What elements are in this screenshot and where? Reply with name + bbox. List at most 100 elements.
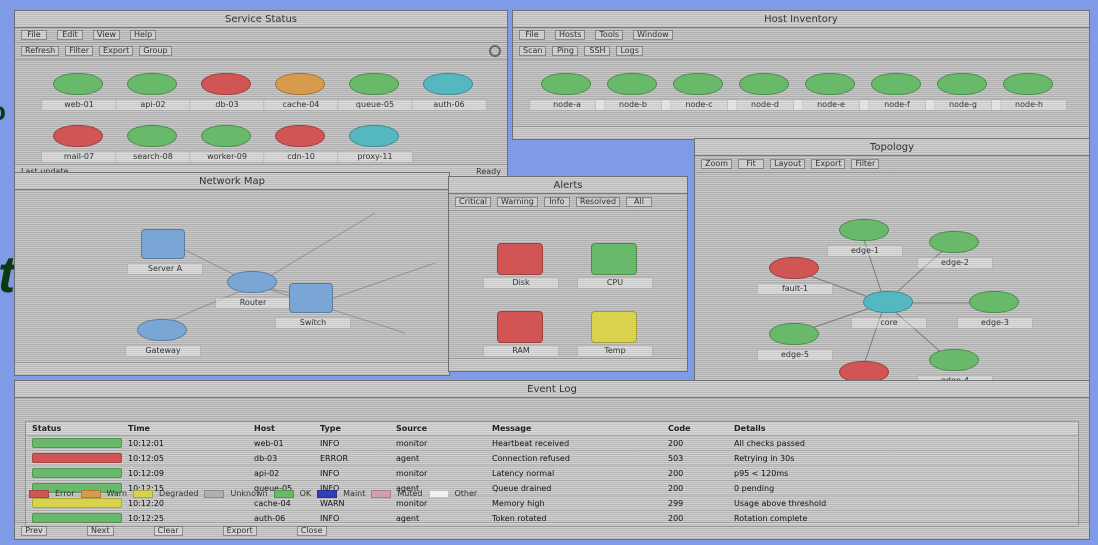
scan-button[interactable]: Scan bbox=[519, 46, 547, 56]
window-titlebar[interactable]: Event Log bbox=[15, 381, 1089, 398]
alert-tile[interactable] bbox=[591, 311, 637, 343]
host-label: node-a bbox=[529, 99, 605, 111]
service-node[interactable] bbox=[201, 125, 251, 147]
menu-view[interactable]: View bbox=[93, 30, 120, 40]
export-button[interactable]: Export bbox=[222, 526, 257, 536]
menu-file[interactable]: File bbox=[519, 30, 545, 40]
tab-critical[interactable]: Critical bbox=[455, 197, 491, 207]
map-node[interactable] bbox=[289, 283, 333, 313]
topology-node[interactable] bbox=[969, 291, 1019, 313]
tab-resolved[interactable]: Resolved bbox=[575, 197, 621, 207]
cell-source: monitor bbox=[396, 438, 428, 448]
topology-center-node[interactable] bbox=[863, 291, 913, 313]
cell-time: 10:12:09 bbox=[128, 468, 164, 478]
service-node[interactable] bbox=[349, 125, 399, 147]
host-node[interactable] bbox=[871, 73, 921, 95]
group-button[interactable]: Group bbox=[139, 46, 172, 56]
host-node[interactable] bbox=[805, 73, 855, 95]
filter-button[interactable]: Filter bbox=[65, 46, 94, 56]
topology-node[interactable] bbox=[929, 231, 979, 253]
map-label: Switch bbox=[275, 317, 351, 329]
gear-icon[interactable] bbox=[489, 45, 501, 57]
window-titlebar[interactable]: Service Status bbox=[15, 11, 507, 28]
service-node[interactable] bbox=[53, 125, 103, 147]
col-time: Time bbox=[128, 424, 150, 433]
cell-time: 10:12:20 bbox=[128, 498, 164, 508]
cell-type: WARN bbox=[320, 498, 345, 508]
table-row[interactable]: 10:12:20 cache-04 WARN monitor Memory hi… bbox=[26, 496, 1078, 511]
col-details: Details bbox=[734, 424, 766, 433]
map-label: Server A bbox=[127, 263, 203, 275]
table-row[interactable]: 10:12:01 web-01 INFO monitor Heartbeat r… bbox=[26, 436, 1078, 451]
topology-node[interactable] bbox=[769, 323, 819, 345]
tab-all[interactable]: All bbox=[626, 197, 653, 207]
legend-swatch-ok bbox=[273, 489, 294, 498]
host-node[interactable] bbox=[541, 73, 591, 95]
legend-label-unknown: Unknown bbox=[230, 489, 268, 498]
panel-alerts: Alerts Critical Warning Info Resolved Al… bbox=[448, 176, 688, 372]
service-node[interactable] bbox=[127, 73, 177, 95]
cell-code: 200 bbox=[668, 468, 684, 478]
service-node[interactable] bbox=[127, 125, 177, 147]
next-button[interactable]: Next bbox=[87, 526, 114, 536]
menu-file[interactable]: File bbox=[21, 30, 47, 40]
service-node[interactable] bbox=[201, 73, 251, 95]
service-node[interactable] bbox=[275, 125, 325, 147]
cell-message: Heartbeat received bbox=[492, 438, 570, 448]
menu-tools[interactable]: Tools bbox=[595, 30, 624, 40]
ping-button[interactable]: Ping bbox=[552, 46, 579, 56]
alert-tile[interactable] bbox=[591, 243, 637, 275]
host-node[interactable] bbox=[673, 73, 723, 95]
map-node[interactable] bbox=[227, 271, 277, 293]
host-node[interactable] bbox=[607, 73, 657, 95]
legend-swatch-unknown bbox=[204, 489, 225, 498]
close-button[interactable]: Close bbox=[296, 526, 327, 536]
legend-swatch-muted bbox=[371, 489, 392, 498]
service-node[interactable] bbox=[349, 73, 399, 95]
prev-button[interactable]: Prev bbox=[21, 526, 47, 536]
service-node[interactable] bbox=[423, 73, 473, 95]
cell-details: 0 pending bbox=[734, 483, 775, 493]
menu-hosts[interactable]: Hosts bbox=[555, 30, 586, 40]
alert-tile[interactable] bbox=[497, 311, 543, 343]
export-button[interactable]: Export bbox=[99, 46, 134, 56]
host-node[interactable] bbox=[937, 73, 987, 95]
tab-warning[interactable]: Warning bbox=[496, 197, 538, 207]
topology-node[interactable] bbox=[769, 257, 819, 279]
topology-node[interactable] bbox=[839, 219, 889, 241]
cell-details: Retrying in 30s bbox=[734, 453, 795, 463]
map-node[interactable] bbox=[141, 229, 185, 259]
window-titlebar[interactable]: Host Inventory bbox=[513, 11, 1089, 28]
topology-node[interactable] bbox=[929, 349, 979, 371]
table-row[interactable]: 10:12:09 api-02 INFO monitor Latency nor… bbox=[26, 466, 1078, 481]
host-node[interactable] bbox=[1003, 73, 1053, 95]
cell-code: 299 bbox=[668, 498, 684, 508]
topology-lines bbox=[790, 230, 991, 374]
cell-host: web-01 bbox=[254, 438, 284, 448]
map-node[interactable] bbox=[137, 319, 187, 341]
window-titlebar[interactable]: Alerts bbox=[449, 177, 687, 194]
ssh-button[interactable]: SSH bbox=[584, 46, 611, 56]
service-node[interactable] bbox=[275, 73, 325, 95]
host-node[interactable] bbox=[739, 73, 789, 95]
logs-button[interactable]: Logs bbox=[616, 46, 643, 56]
alert-tile[interactable] bbox=[497, 243, 543, 275]
status-chip bbox=[32, 438, 122, 448]
menu-edit[interactable]: Edit bbox=[57, 30, 83, 40]
menu-window[interactable]: Window bbox=[633, 30, 673, 40]
service-label: auth-06 bbox=[411, 99, 487, 111]
tab-info[interactable]: Info bbox=[543, 197, 570, 207]
service-node[interactable] bbox=[53, 73, 103, 95]
legend-swatch-other bbox=[428, 489, 449, 498]
refresh-button[interactable]: Refresh bbox=[21, 46, 60, 56]
clear-button[interactable]: Clear bbox=[153, 526, 183, 536]
cell-source: monitor bbox=[396, 498, 428, 508]
table-row[interactable]: 10:12:05 db-03 ERROR agent Connection re… bbox=[26, 451, 1078, 466]
service-label: mail-07 bbox=[41, 151, 117, 163]
col-status: Status bbox=[32, 424, 62, 433]
cell-code: 200 bbox=[668, 483, 684, 493]
menu-help[interactable]: Help bbox=[129, 30, 157, 40]
cell-message: Memory high bbox=[492, 498, 545, 508]
service-label: worker-09 bbox=[189, 151, 265, 163]
status-legend: Error Warn Degraded Unknown OK Maint Mut… bbox=[29, 489, 477, 498]
